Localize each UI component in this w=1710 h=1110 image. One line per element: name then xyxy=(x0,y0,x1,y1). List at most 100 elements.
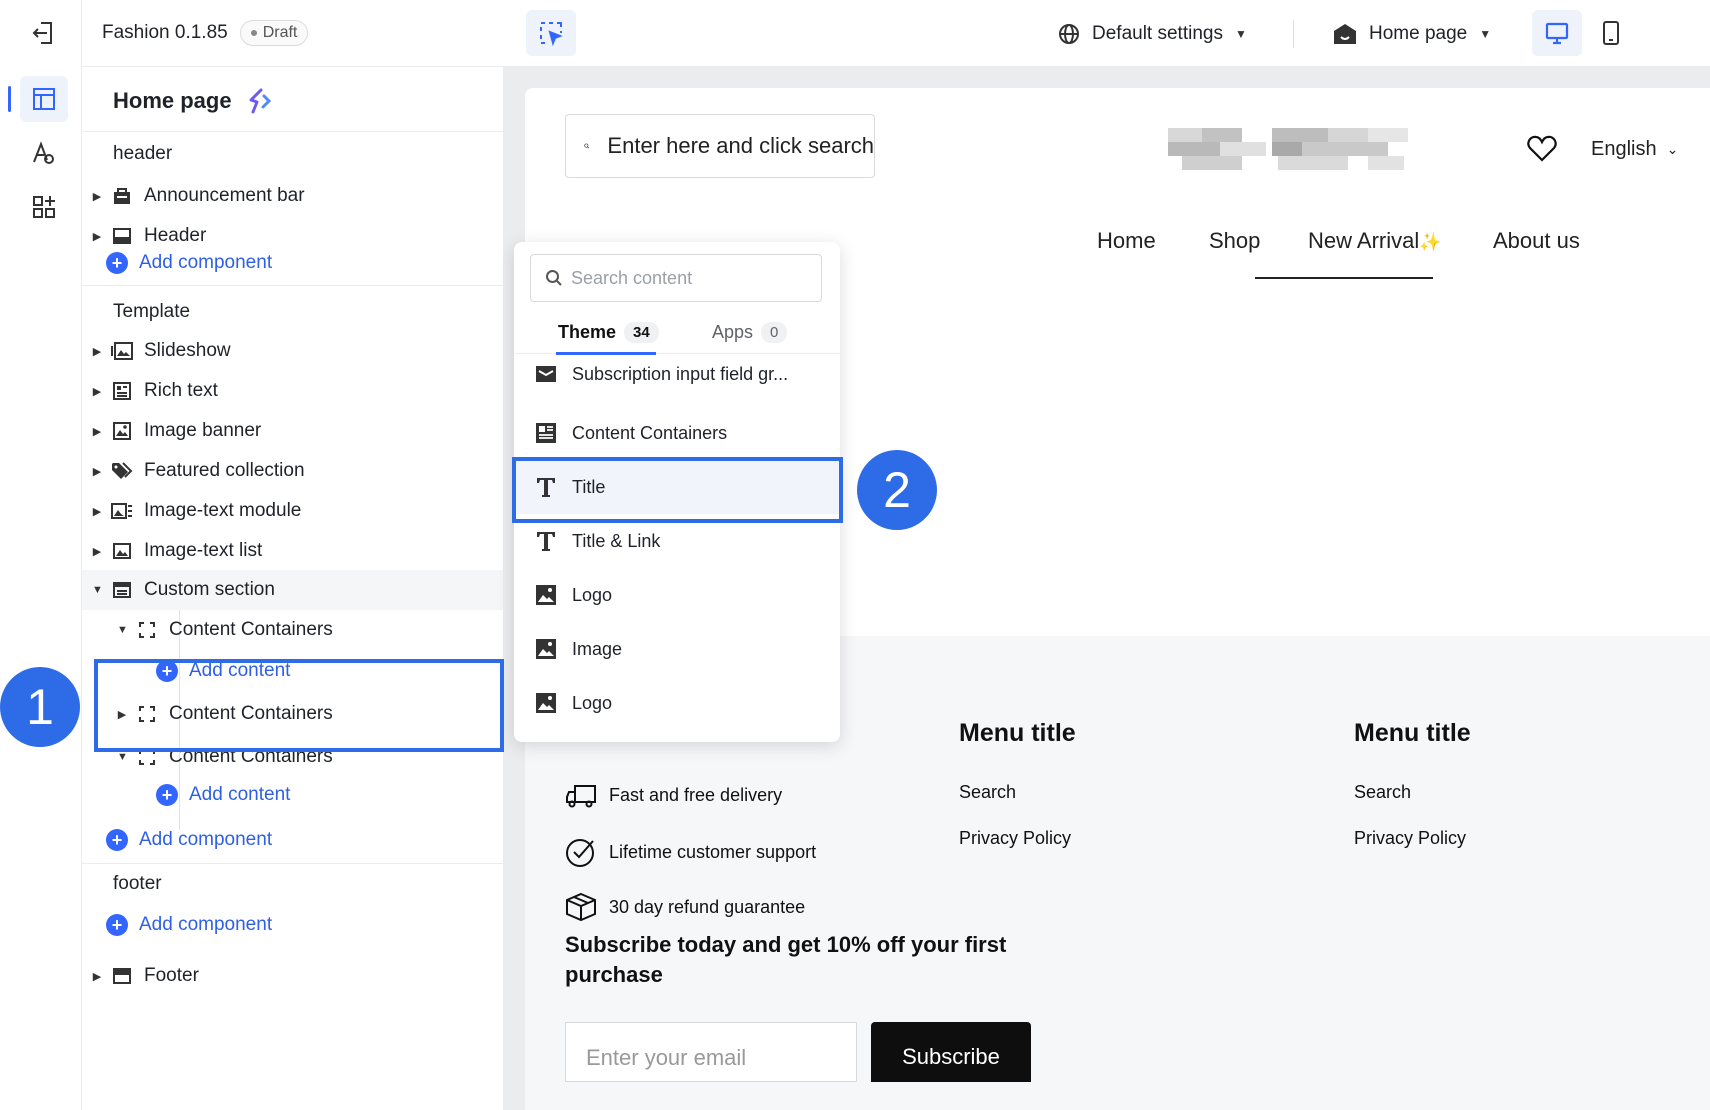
sections-sidebar: Home page header ▶ Announcement bar ▶ He… xyxy=(82,67,504,1110)
page-title: Home page xyxy=(113,87,272,115)
globe-icon xyxy=(1059,23,1079,44)
caret-down-icon[interactable]: ▼ xyxy=(117,624,128,636)
plus-circle-icon: + xyxy=(156,784,178,806)
picker-item-label: Logo xyxy=(572,692,613,713)
plus-circle-icon: + xyxy=(106,829,128,851)
container-layout-icon xyxy=(534,422,558,444)
nav-link-new-arrival[interactable]: New Arrival✨ xyxy=(1308,228,1442,254)
select-cursor-icon xyxy=(540,22,563,46)
status-badge: Draft xyxy=(239,20,309,46)
exit-editor-button[interactable] xyxy=(20,10,68,56)
language-selector[interactable]: English ⌄ xyxy=(1591,138,1678,161)
service-item-label: Lifetime customer support xyxy=(609,841,817,862)
picker-item-image[interactable]: Image xyxy=(514,622,840,676)
group-label-header: header xyxy=(113,143,173,164)
caret-right-icon[interactable]: ▶ xyxy=(92,425,102,438)
text-t-icon xyxy=(534,530,558,552)
annotation-highlight-add-content xyxy=(94,659,504,752)
page-select-label: Home page xyxy=(1369,22,1468,44)
status-dot xyxy=(250,29,257,36)
footer-menu-2-title: Menu title xyxy=(1354,719,1471,747)
tab-count: 0 xyxy=(761,321,788,343)
desktop-view-button[interactable] xyxy=(1532,10,1582,56)
page-select-dropdown[interactable]: Home page ▼ xyxy=(1333,0,1491,67)
add-component-button-footer[interactable]: + Add component xyxy=(106,914,272,936)
divider xyxy=(82,863,503,864)
caret-right-icon[interactable]: ▶ xyxy=(92,465,102,478)
nav-link-home[interactable]: Home xyxy=(1097,228,1156,254)
sections-panel-button[interactable] xyxy=(20,76,68,122)
divider xyxy=(82,285,503,286)
tree-item-image-banner[interactable]: ▶ Image banner xyxy=(82,411,503,451)
add-content-button-3[interactable]: + Add content xyxy=(156,784,290,806)
ai-sparkle-icon[interactable] xyxy=(244,87,272,115)
picker-item-logo-2[interactable]: Logo xyxy=(514,676,840,730)
tree-item-rich-text[interactable]: ▶ Rich text xyxy=(82,371,503,411)
caret-right-icon[interactable]: ▶ xyxy=(92,970,102,983)
content-search-input[interactable]: Search content xyxy=(530,254,822,302)
home-icon xyxy=(1334,23,1356,44)
tree-item-slideshow[interactable]: ▶ Slideshow xyxy=(82,331,503,371)
tree-item-content-containers-1[interactable]: ▼ Content Containers xyxy=(82,610,503,650)
mail-icon xyxy=(534,364,558,384)
wishlist-heart-icon[interactable] xyxy=(1527,134,1557,167)
theme-settings-dropdown[interactable]: Default settings ▼ xyxy=(1058,0,1247,67)
group-label-template: Template xyxy=(113,301,191,322)
container-bracket-icon xyxy=(135,618,159,642)
caret-right-icon[interactable]: ▶ xyxy=(92,230,102,243)
add-component-button-header[interactable]: + Add component xyxy=(106,252,272,274)
store-logo-blurred xyxy=(1168,128,1408,172)
picker-item-logo[interactable]: Logo xyxy=(514,568,840,622)
theme-styles-button[interactable] xyxy=(20,130,68,176)
mobile-view-button[interactable] xyxy=(1586,10,1636,56)
nav-link-about-us[interactable]: About us xyxy=(1493,228,1580,254)
caret-down-icon[interactable]: ▼ xyxy=(92,584,103,596)
tree-item-featured-collection[interactable]: ▶ Featured collection xyxy=(82,451,503,491)
footer-menu-1-title: Menu title xyxy=(959,719,1076,747)
caret-right-icon[interactable]: ▶ xyxy=(92,505,102,518)
caret-right-icon[interactable]: ▶ xyxy=(92,190,102,203)
tab-apps[interactable]: Apps 0 xyxy=(712,310,788,354)
apps-panel-button[interactable] xyxy=(20,184,68,230)
picker-item-subscription-input[interactable]: Subscription input field gr... xyxy=(514,354,840,394)
desktop-icon xyxy=(1545,22,1569,45)
tree-item-custom-section[interactable]: ▼ Custom section xyxy=(82,570,503,610)
tree-item-image-text-module[interactable]: ▶ Image-text module xyxy=(82,491,503,531)
tree-item-label: Content Containers xyxy=(169,619,333,640)
image-icon xyxy=(534,584,558,606)
tree-item-image-text-list[interactable]: ▶ Image-text list xyxy=(82,531,503,571)
tree-item-announcement-bar[interactable]: ▶ Announcement bar xyxy=(82,176,503,216)
picker-item-label: Image xyxy=(572,638,623,659)
caret-right-icon[interactable]: ▶ xyxy=(92,545,102,558)
service-item-refund: 30 day refund guarantee xyxy=(565,892,805,922)
footer-menu-2-link-privacy[interactable]: Privacy Policy xyxy=(1354,828,1466,849)
caret-right-icon[interactable]: ▶ xyxy=(92,385,102,398)
add-component-button-template[interactable]: + Add component xyxy=(106,829,272,851)
select-tool-button[interactable] xyxy=(526,10,576,56)
caret-down-icon[interactable]: ▼ xyxy=(117,751,128,763)
custom-section-icon xyxy=(110,578,134,602)
caret-right-icon[interactable]: ▶ xyxy=(92,345,102,358)
picker-item-content-containers[interactable]: Content Containers xyxy=(514,406,840,460)
footer-section-icon xyxy=(110,964,134,988)
email-input[interactable]: Enter your email xyxy=(565,1022,857,1082)
footer-menu-2-link-search[interactable]: Search xyxy=(1354,782,1411,803)
footer-menu-1-link-search[interactable]: Search xyxy=(959,782,1016,803)
tree-item-header[interactable]: ▶ Header xyxy=(82,216,503,256)
exit-icon xyxy=(32,22,52,44)
apps-grid-icon xyxy=(33,196,55,218)
divider xyxy=(82,131,503,132)
image-banner-icon xyxy=(110,419,134,443)
tree-item-footer[interactable]: ▶ Footer xyxy=(82,956,503,996)
tab-theme[interactable]: Theme 34 xyxy=(558,310,659,354)
add-component-label: Add component xyxy=(139,914,273,935)
store-search-box[interactable]: Enter here and click search xyxy=(565,114,875,178)
add-component-label: Add component xyxy=(139,252,273,273)
group-label-footer: footer xyxy=(113,873,162,894)
nav-link-shop[interactable]: Shop xyxy=(1209,228,1260,254)
tab-label: Apps xyxy=(712,321,754,342)
subscribe-button[interactable]: Subscribe xyxy=(871,1022,1031,1082)
footer-menu-1-link-privacy[interactable]: Privacy Policy xyxy=(959,828,1071,849)
subscribe-heading: Subscribe today and get 10% off your fir… xyxy=(565,932,1007,987)
service-item-label: 30 day refund guarantee xyxy=(609,896,806,917)
